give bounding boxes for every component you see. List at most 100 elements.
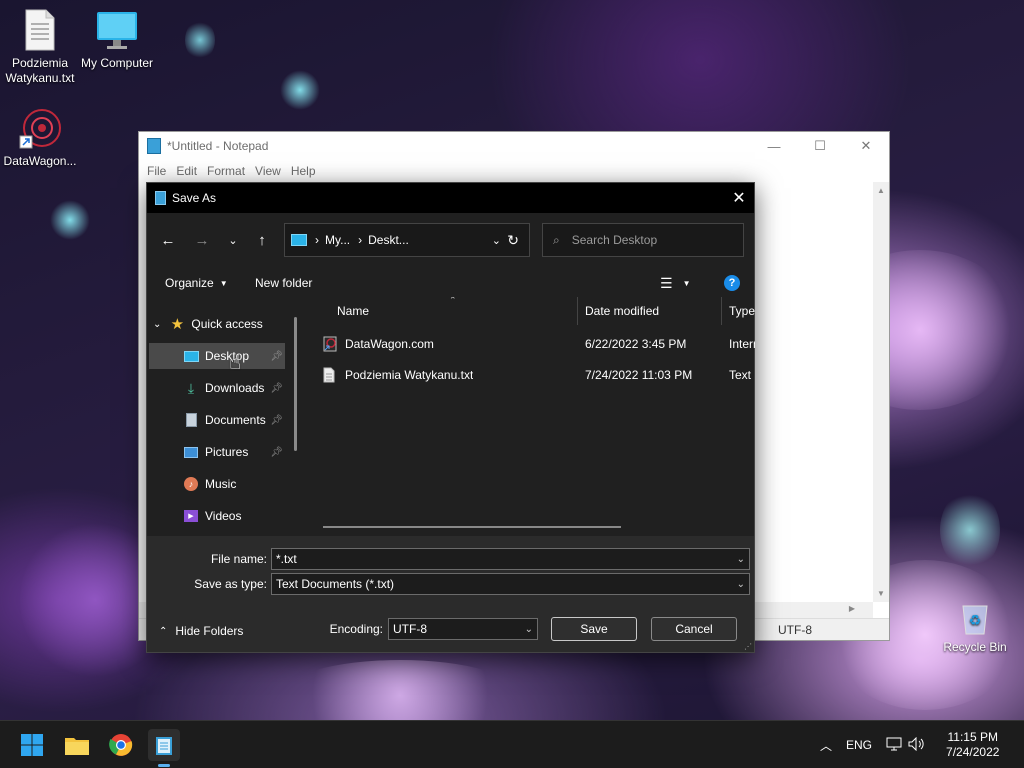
menu-format[interactable]: Format bbox=[203, 164, 249, 178]
show-hidden-icons-chevron-icon[interactable]: ︿ bbox=[820, 737, 832, 754]
organize-button[interactable]: Organize ▼ bbox=[157, 269, 236, 297]
command-bar: Organize ▼ New folder ☰ ▼ ? bbox=[147, 269, 754, 297]
taskbar: ︿ ENG 11:15 PM 7/24/2022 bbox=[0, 720, 1024, 768]
forward-arrow-icon[interactable]: → bbox=[187, 225, 217, 255]
sidebar-item-downloads[interactable]: ⤓ Downloads 📌︎ bbox=[149, 375, 285, 401]
chevron-down-icon[interactable]: ⌄ bbox=[737, 554, 745, 565]
file-name-value: *.txt bbox=[276, 552, 297, 566]
column-header-name[interactable]: Name bbox=[337, 297, 369, 325]
folder-icon bbox=[65, 738, 89, 755]
notepad-menubar: File Edit Format View Help bbox=[139, 160, 889, 182]
column-header-date-modified[interactable]: Date modified bbox=[585, 297, 659, 325]
encoding-select[interactable]: UTF-8 ⌄ bbox=[388, 618, 538, 640]
notepad-title: *Untitled - Notepad bbox=[167, 139, 269, 153]
chevron-down-icon[interactable]: ⌄ bbox=[525, 624, 533, 635]
back-arrow-icon[interactable]: ← bbox=[153, 225, 183, 255]
breadcrumb-my-computer[interactable]: My... bbox=[325, 233, 350, 247]
menu-view[interactable]: View bbox=[251, 164, 285, 178]
chrome-button[interactable] bbox=[105, 729, 137, 761]
pin-icon: 📌︎ bbox=[270, 446, 283, 458]
maximize-button[interactable]: ☐ bbox=[797, 132, 843, 160]
file-name-input[interactable]: *.txt ⌄ bbox=[271, 548, 750, 570]
clock[interactable]: 11:15 PM 7/24/2022 bbox=[946, 730, 999, 760]
close-button[interactable]: ✕ bbox=[843, 132, 889, 160]
file-name: DataWagon.com bbox=[345, 337, 434, 351]
save-button[interactable]: Save bbox=[551, 617, 637, 641]
pin-icon: 📌︎ bbox=[270, 350, 283, 362]
notepad-vertical-scrollbar[interactable]: ▲ ▼ bbox=[873, 182, 889, 602]
desktop-icon-label: Podziemia Watykanu.txt bbox=[5, 56, 75, 85]
address-dropdown-chevron-icon[interactable]: ⌄ bbox=[492, 234, 501, 247]
recycle-bin-icon: ♻ bbox=[957, 600, 993, 636]
encoding-label: Encoding: bbox=[329, 622, 383, 636]
new-folder-button[interactable]: New folder bbox=[247, 269, 320, 297]
desktop-icon-podziemia[interactable]: Podziemia Watykanu.txt bbox=[0, 8, 80, 86]
recent-locations-chevron-icon[interactable]: ⌄ bbox=[218, 225, 248, 255]
chevron-down-icon[interactable]: ⌄ bbox=[737, 579, 745, 590]
dialog-title: Save As bbox=[172, 191, 217, 205]
notepad-icon bbox=[156, 737, 172, 755]
file-name: Podziemia Watykanu.txt bbox=[345, 368, 474, 382]
column-divider[interactable] bbox=[721, 297, 722, 325]
music-icon: ♪ bbox=[183, 476, 199, 492]
volume-icon[interactable] bbox=[908, 736, 926, 754]
minimize-button[interactable]: — bbox=[751, 132, 797, 160]
desktop-icon-datawagon[interactable]: DataWagon... bbox=[0, 106, 80, 169]
organize-label: Organize bbox=[165, 276, 214, 290]
text-file-icon bbox=[323, 362, 339, 388]
active-window-indicator bbox=[158, 764, 170, 767]
up-arrow-icon[interactable]: ↑ bbox=[247, 225, 277, 255]
menu-edit[interactable]: Edit bbox=[172, 164, 201, 178]
sidebar-item-videos[interactable]: ▶ Videos bbox=[149, 503, 285, 529]
network-icon[interactable] bbox=[886, 737, 902, 754]
file-date: 6/22/2022 3:45 PM bbox=[585, 337, 687, 351]
file-explorer-button[interactable] bbox=[61, 729, 93, 761]
sidebar-item-desktop[interactable]: Desktop 📌︎ bbox=[149, 343, 285, 369]
resize-grip-icon[interactable]: ⋰ bbox=[744, 642, 752, 651]
save-as-type-select[interactable]: Text Documents (*.txt) ⌄ bbox=[271, 573, 750, 595]
encoding-value: UTF-8 bbox=[393, 622, 427, 636]
download-arrow-icon: ⤓ bbox=[187, 379, 195, 396]
scroll-right-icon[interactable]: ▶ bbox=[849, 604, 855, 613]
sidebar-item-documents[interactable]: Documents 📌︎ bbox=[149, 407, 285, 433]
refresh-icon[interactable]: ↻ bbox=[507, 232, 519, 249]
menu-file[interactable]: File bbox=[143, 164, 170, 178]
search-box[interactable]: ⌕ Search Desktop bbox=[542, 223, 744, 257]
navigation-pane: ⌄ ★ Quick access Desktop 📌︎ ⤓ Downloads … bbox=[147, 309, 299, 536]
desktop-icon-recycle-bin[interactable]: ♻ Recycle Bin bbox=[935, 600, 1015, 655]
file-row[interactable]: DataWagon.com 6/22/2022 3:45 PM Intern bbox=[307, 331, 755, 357]
file-list-horizontal-scrollbar[interactable] bbox=[323, 526, 621, 528]
sidebar-item-music[interactable]: ♪ Music bbox=[149, 471, 285, 497]
monitor-icon bbox=[95, 8, 139, 52]
desktop-folder-icon bbox=[291, 234, 307, 246]
column-divider[interactable] bbox=[577, 297, 578, 325]
desktop-icon-my-computer[interactable]: My Computer bbox=[77, 8, 157, 71]
start-button[interactable] bbox=[16, 729, 48, 761]
menu-help[interactable]: Help bbox=[287, 164, 320, 178]
language-indicator[interactable]: ENG bbox=[846, 738, 872, 752]
help-icon[interactable]: ? bbox=[724, 275, 740, 291]
sidebar-quick-access[interactable]: ⌄ ★ Quick access bbox=[153, 311, 289, 337]
address-bar[interactable]: › My... › Deskt... ⌄ ↻ bbox=[284, 223, 530, 257]
navigation-bar: ← → ⌄ ↑ › My... › Deskt... ⌄ ↻ ⌕ Search … bbox=[147, 223, 754, 257]
sort-ascending-icon: ⌃ bbox=[449, 297, 457, 305]
notepad-taskbar-button[interactable] bbox=[148, 729, 180, 767]
hide-folders-button[interactable]: ⌃ Hide Folders bbox=[159, 624, 243, 638]
hide-folders-label: Hide Folders bbox=[175, 624, 244, 638]
view-options-button[interactable]: ☰ ▼ bbox=[652, 269, 698, 297]
chevron-down-icon: ▼ bbox=[682, 278, 691, 288]
column-header-type[interactable]: Type bbox=[729, 297, 755, 325]
desktop-icon-label: Recycle Bin bbox=[943, 640, 1007, 654]
scroll-down-icon[interactable]: ▼ bbox=[873, 589, 889, 598]
dialog-close-button[interactable]: ✕ bbox=[724, 183, 754, 213]
column-headers: ⌃ Name Date modified Type bbox=[307, 297, 755, 325]
navigation-pane-scrollbar[interactable] bbox=[294, 317, 297, 451]
expand-chevron-icon[interactable]: ⌄ bbox=[153, 319, 161, 330]
windows-logo-icon bbox=[21, 734, 43, 756]
breadcrumb-desktop[interactable]: Deskt... bbox=[368, 233, 409, 247]
scroll-up-icon[interactable]: ▲ bbox=[873, 182, 889, 195]
file-row[interactable]: Podziemia Watykanu.txt 7/24/2022 11:03 P… bbox=[307, 362, 755, 388]
sidebar-item-pictures[interactable]: Pictures 📌︎ bbox=[149, 439, 285, 465]
file-date: 7/24/2022 11:03 PM bbox=[585, 368, 693, 382]
cancel-button[interactable]: Cancel bbox=[651, 617, 737, 641]
